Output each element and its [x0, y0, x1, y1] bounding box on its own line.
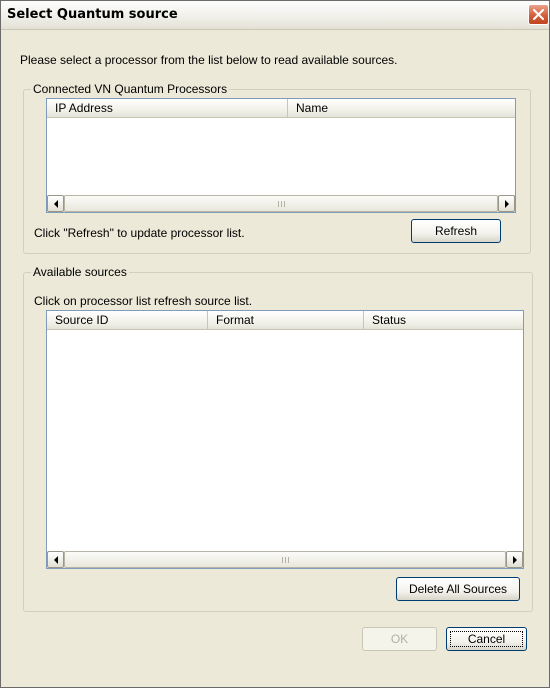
sources-scroll-thumb[interactable] [64, 551, 506, 568]
scroll-right-arrow-icon [505, 200, 509, 208]
ok-button[interactable]: OK [362, 627, 437, 651]
processors-group-label: Connected VN Quantum Processors [31, 82, 230, 96]
processors-scroll-thumb[interactable] [64, 195, 498, 212]
column-source-id[interactable]: Source ID [47, 311, 208, 329]
cancel-button[interactable]: Cancel [446, 627, 527, 651]
refresh-button[interactable]: Refresh [411, 219, 501, 243]
sources-horizontal-scrollbar[interactable] [47, 551, 523, 568]
sources-list[interactable]: Source ID Format Status [46, 310, 524, 569]
dialog-body: Please select a processor from the list … [1, 30, 549, 687]
scroll-right-arrow-icon [513, 556, 517, 564]
processors-groupbox: Connected VN Quantum Processors IP Addre… [23, 82, 531, 254]
close-icon [533, 9, 544, 20]
sources-scroll-left-button[interactable] [47, 551, 64, 568]
processors-scroll-left-button[interactable] [47, 195, 64, 212]
delete-all-sources-button[interactable]: Delete All Sources [396, 577, 520, 601]
processors-scroll-right-button[interactable] [498, 195, 515, 212]
processors-hint: Click "Refresh" to update processor list… [34, 226, 245, 240]
processors-list-header: IP Address Name [47, 99, 515, 118]
column-ip-address[interactable]: IP Address [47, 99, 288, 117]
close-button[interactable] [528, 4, 549, 25]
dialog-title: Select Quantum source [7, 7, 178, 22]
column-name[interactable]: Name [288, 99, 515, 117]
sources-scroll-right-button[interactable] [506, 551, 523, 568]
scroll-left-arrow-icon [54, 200, 58, 208]
processors-list[interactable]: IP Address Name [46, 98, 516, 213]
sources-hint: Click on processor list refresh source l… [34, 294, 253, 308]
cancel-button-label: Cancel [467, 632, 506, 646]
intro-text: Please select a processor from the list … [20, 53, 398, 67]
processors-horizontal-scrollbar[interactable] [47, 195, 515, 212]
sources-groupbox: Available sources Click on processor lis… [23, 265, 533, 612]
column-status[interactable]: Status [364, 311, 523, 329]
scroll-left-arrow-icon [54, 556, 58, 564]
column-format[interactable]: Format [208, 311, 364, 329]
dialog-window: Select Quantum source Please select a pr… [0, 0, 550, 688]
title-bar[interactable]: Select Quantum source [1, 1, 549, 30]
sources-list-header: Source ID Format Status [47, 311, 523, 330]
sources-group-label: Available sources [31, 265, 129, 279]
